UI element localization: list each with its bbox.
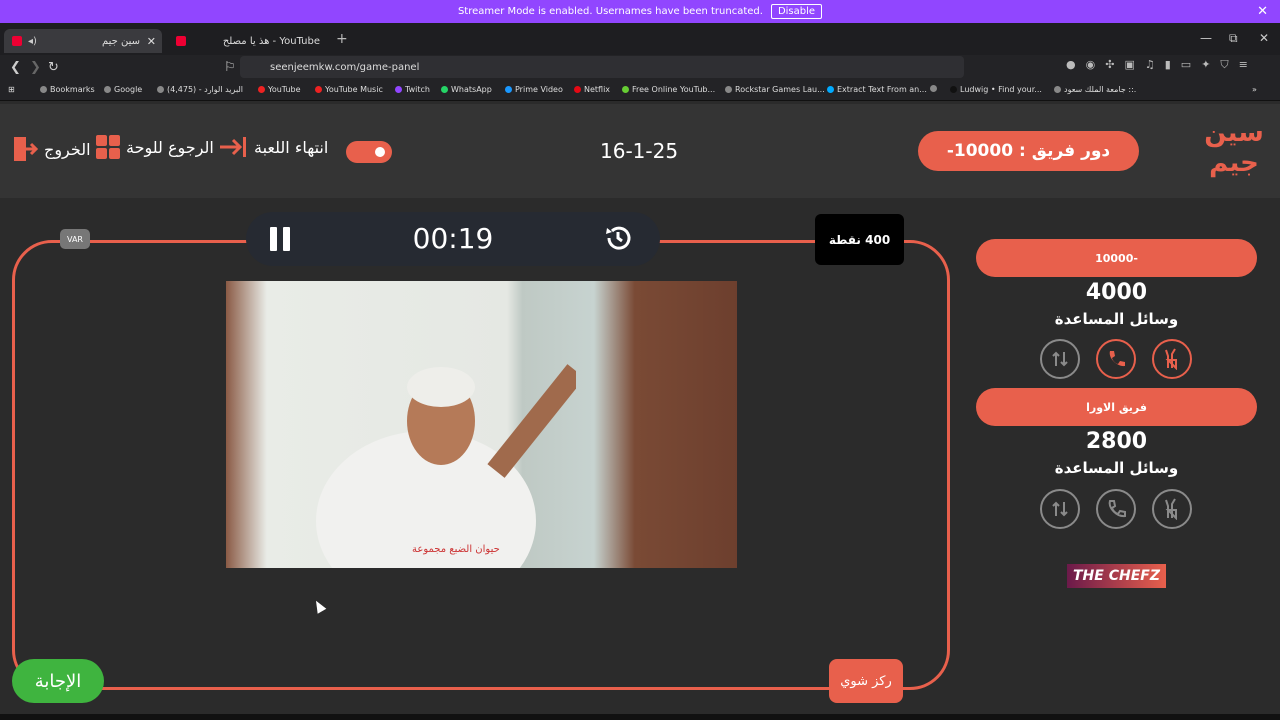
bookmark-item[interactable]: جامعة الملك سعود ::. (1054, 85, 1136, 94)
question-video[interactable]: حيوان الضبع مجموعة (226, 281, 737, 568)
video-person-image (316, 364, 576, 568)
end-game-button[interactable]: انتهاء اللعبة (218, 135, 328, 159)
team-2-hand-icon[interactable] (1152, 489, 1192, 529)
tab-close-icon[interactable]: ✕ (147, 35, 156, 48)
arrow-to-bar-icon (220, 137, 246, 157)
wallet-icon[interactable]: ▭ (1181, 58, 1191, 72)
browser-toolbar: ❮ ❯ ↻ ⚐ seenjeemkw.com/game-panel ● ◉ ✣ … (0, 55, 1280, 81)
focus-button[interactable]: ركز شوي (829, 659, 903, 703)
game-date: 16-1-25 (600, 139, 679, 163)
exit-label: الخروج (44, 139, 91, 159)
team-1-phone-icon[interactable] (1096, 339, 1136, 379)
apps-icon[interactable]: ⊞ (8, 85, 15, 94)
new-tab-button[interactable]: + (336, 31, 348, 47)
bookmark-item[interactable]: YouTube (258, 85, 301, 94)
turn-label: دور فريق : (1019, 141, 1111, 161)
banner-close-icon[interactable]: ✕ (1257, 4, 1268, 19)
sponsor-logo: THE CHEFZ (1067, 564, 1166, 588)
team-2-aids-label: وسائل المساعدة (1054, 459, 1179, 477)
team-2-score: 2800 (1085, 429, 1148, 454)
bookmark-item[interactable]: Prime Video (505, 85, 563, 94)
extension-icons: ● ◉ ✣ ▣ ♫ ▮ ▭ ✦ ⛉ ≡ (1066, 58, 1248, 72)
var-button[interactable]: VAR (60, 229, 90, 249)
bookmark-item[interactable]: Netflix (574, 85, 610, 94)
sidebar-icon[interactable]: ▮ (1165, 58, 1171, 72)
bookmark-item[interactable]: البريد الوارد - (4,475) (157, 85, 243, 94)
team-2-phone-icon[interactable] (1096, 489, 1136, 529)
end-game-label: انتهاء اللعبة (254, 137, 329, 157)
tab-title: YouTube - هذ يا مصلح (222, 35, 320, 47)
video-watermark: حيوان الضبع مجموعة (412, 544, 500, 555)
screenshot-icon[interactable]: ▣ (1124, 58, 1134, 72)
bookmark-item[interactable] (930, 85, 937, 92)
streamer-mode-banner: Streamer Mode is enabled. Usernames have… (0, 0, 1280, 23)
game-header: الخروج الرجوع للوحة انتهاء اللعبة 16-1-2… (0, 104, 1280, 198)
menu-icon[interactable]: ≡ (1239, 58, 1248, 72)
bottom-strip (0, 714, 1280, 720)
back-to-board-button[interactable]: الرجوع للوحة (96, 135, 214, 159)
team-2-name: فريق الاورا (976, 388, 1257, 426)
exit-button[interactable]: الخروج (12, 135, 91, 163)
tab-title: سين جيم (101, 35, 140, 47)
audio-icon[interactable]: ◂) (28, 36, 37, 47)
window-close-button[interactable]: ✕ (1259, 31, 1269, 45)
back-to-board-label: الرجوع للوحة (126, 137, 214, 157)
turn-team: -10000 (946, 141, 1014, 161)
maximize-button[interactable]: ⧉ (1229, 31, 1238, 46)
tab-seen-jeem[interactable]: ◂) سين جيم ✕ (4, 29, 162, 53)
bookmark-item[interactable]: WhatsApp (441, 85, 492, 94)
bookmark-page-icon[interactable]: ⚐ (224, 60, 236, 75)
exit-icon (14, 137, 38, 161)
grid-icon (96, 135, 120, 159)
bookmark-item[interactable]: Google (104, 85, 142, 94)
minimize-button[interactable]: — (1200, 31, 1212, 45)
seen-jeem-logo: سين جيم (1204, 118, 1264, 178)
team-1-hand-icon[interactable] (1152, 339, 1192, 379)
bookmarks-bar: ⊞ Bookmarks Google البريد الوارد - (4,47… (0, 81, 1280, 101)
mode-toggle[interactable] (346, 141, 392, 163)
banner-message: Streamer Mode is enabled. Usernames have… (457, 6, 763, 17)
answer-button[interactable]: الإجابة (12, 659, 104, 703)
bookmark-item[interactable]: Rockstar Games Lau... (725, 85, 825, 94)
site-favicon-icon (12, 36, 22, 46)
youtube-favicon-icon (176, 36, 186, 46)
back-icon[interactable]: ❮ (10, 60, 21, 75)
bookmark-item[interactable]: YouTube Music (315, 85, 383, 94)
extension-icon[interactable]: ● (1066, 58, 1076, 72)
address-bar[interactable]: seenjeemkw.com/game-panel (240, 56, 964, 78)
current-turn-badge: دور فريق : -10000 (918, 131, 1139, 171)
extension-icon[interactable]: ◉ (1086, 58, 1096, 72)
timer-bar: 00:19 (246, 212, 660, 266)
forward-icon[interactable]: ❯ (30, 60, 41, 75)
reset-timer-icon[interactable] (602, 222, 634, 254)
reload-icon[interactable]: ↻ (48, 60, 59, 75)
team-2-swap-icon[interactable] (1040, 489, 1080, 529)
question-points: 400 نقطة (815, 214, 904, 265)
disable-streamer-mode-button[interactable]: Disable (770, 4, 823, 19)
puzzle-icon[interactable]: ✣ (1105, 58, 1114, 72)
bookmark-item[interactable]: Twitch (395, 85, 430, 94)
timer-display: 00:19 (412, 222, 494, 255)
team-1-score: 4000 (1085, 280, 1148, 305)
bookmark-item[interactable]: Bookmarks (40, 85, 95, 94)
music-icon[interactable]: ♫ (1145, 58, 1155, 72)
tab-youtube[interactable]: YouTube - هذ يا مصلح (168, 29, 326, 53)
url-text: seenjeemkw.com/game-panel (270, 61, 420, 73)
team-1-name: -10000 (976, 239, 1257, 277)
team-1-aids-label: وسائل المساعدة (1054, 310, 1179, 328)
bookmark-item[interactable]: Extract Text From an... (827, 85, 927, 94)
bookmark-item[interactable]: Ludwig • Find your... (950, 85, 1042, 94)
bookmark-item[interactable]: Free Online YouTub... (622, 85, 715, 94)
team-1-swap-icon[interactable] (1040, 339, 1080, 379)
toggle-knob (371, 143, 389, 161)
more-bookmarks-icon[interactable]: » (1252, 85, 1257, 94)
tab-bar: ◂) سين جيم ✕ YouTube - هذ يا مصلح (0, 23, 1280, 55)
vpn-icon[interactable]: ⛉ (1220, 58, 1228, 72)
ai-icon[interactable]: ✦ (1201, 58, 1210, 72)
